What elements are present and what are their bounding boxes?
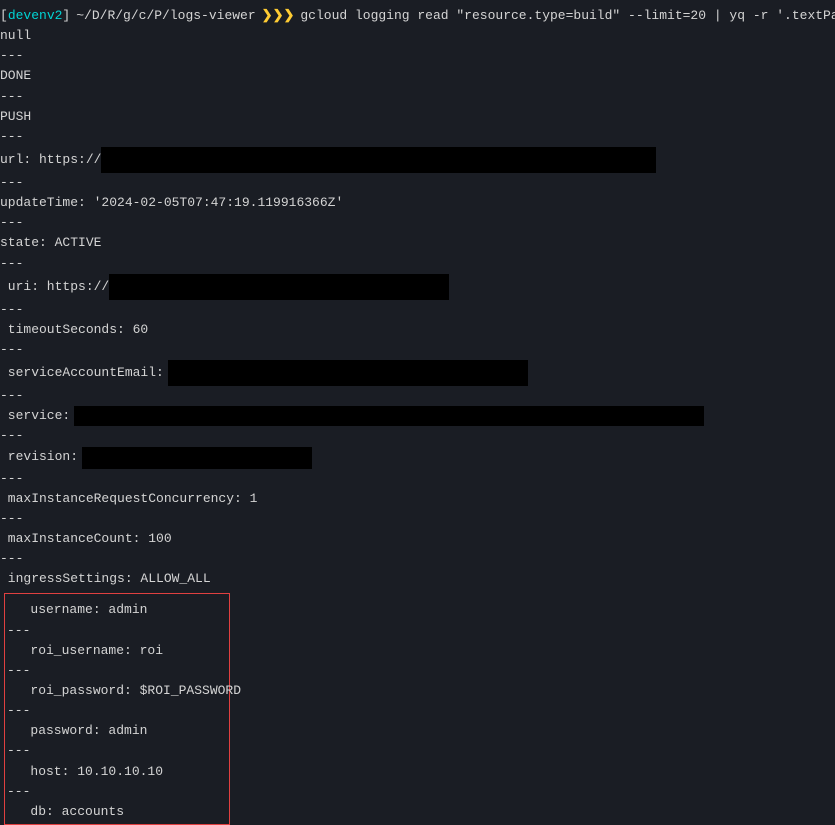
output-sep: ---	[0, 469, 835, 489]
output-maxconcurrency: maxInstanceRequestConcurrency: 1	[0, 489, 835, 509]
output-sep: ---	[7, 701, 227, 721]
output-url-line: url: https://	[0, 147, 835, 173]
output-sep: ---	[0, 87, 835, 107]
output-url-prefix: url: https://	[0, 150, 101, 170]
output-sep: ---	[0, 340, 835, 360]
redacted-block	[74, 406, 704, 426]
output-service-line: service:	[0, 406, 835, 426]
output-revision-prefix: revision:	[0, 447, 78, 467]
output-sep: ---	[0, 173, 835, 193]
output-revision-line: revision:	[0, 447, 835, 469]
prompt-bracket-close: ]	[62, 6, 70, 26]
output-serviceemail-prefix: serviceAccountEmail:	[0, 363, 164, 383]
output-service-prefix: service:	[0, 406, 70, 426]
terminal-prompt[interactable]: [devenv2] ~/D/R/g/c/P/logs-viewer ❯❯❯ gc…	[0, 6, 835, 26]
output-sep: ---	[0, 509, 835, 529]
output-username: username: admin	[7, 600, 227, 620]
output-sep: ---	[0, 213, 835, 233]
output-uri-line: uri: https://	[0, 274, 835, 300]
output-serviceemail-line: serviceAccountEmail:	[0, 360, 835, 386]
output-sep: ---	[7, 782, 227, 802]
redacted-block	[109, 274, 449, 300]
output-host: host: 10.10.10.10	[7, 762, 227, 782]
output-password: password: admin	[7, 721, 227, 741]
output-sep: ---	[0, 127, 835, 147]
redacted-block	[82, 447, 312, 469]
highlighted-credentials-box: username: admin --- roi_username: roi --…	[4, 593, 230, 825]
output-sep: ---	[0, 300, 835, 320]
output-maxinstance: maxInstanceCount: 100	[0, 529, 835, 549]
redacted-block	[101, 147, 656, 173]
command-text: gcloud logging read "resource.type=build…	[300, 6, 835, 26]
output-roi-username: roi_username: roi	[7, 641, 227, 661]
output-sep: ---	[0, 254, 835, 274]
output-sep: ---	[7, 661, 227, 681]
output-done: DONE	[0, 66, 835, 86]
redacted-block	[168, 360, 528, 386]
prompt-arrows: ❯❯❯	[262, 6, 295, 26]
output-sep: ---	[0, 46, 835, 66]
output-roi-password: roi_password: $ROI_PASSWORD	[7, 681, 227, 701]
output-push: PUSH	[0, 107, 835, 127]
output-updatetime: updateTime: '2024-02-05T07:47:19.1199163…	[0, 193, 835, 213]
output-db: db: accounts	[7, 802, 227, 822]
output-sep: ---	[7, 741, 227, 761]
output-uri-prefix: uri: https://	[0, 277, 109, 297]
prompt-env: devenv2	[8, 6, 63, 26]
output-null: null	[0, 26, 835, 46]
output-sep: ---	[0, 549, 835, 569]
output-sep: ---	[7, 621, 227, 641]
output-sep: ---	[0, 426, 835, 446]
prompt-bracket-open: [	[0, 6, 8, 26]
output-sep: ---	[0, 386, 835, 406]
output-timeout: timeoutSeconds: 60	[0, 320, 835, 340]
prompt-path: ~/D/R/g/c/P/logs-viewer	[76, 6, 255, 26]
output-ingress: ingressSettings: ALLOW_ALL	[0, 569, 835, 589]
output-state: state: ACTIVE	[0, 233, 835, 253]
